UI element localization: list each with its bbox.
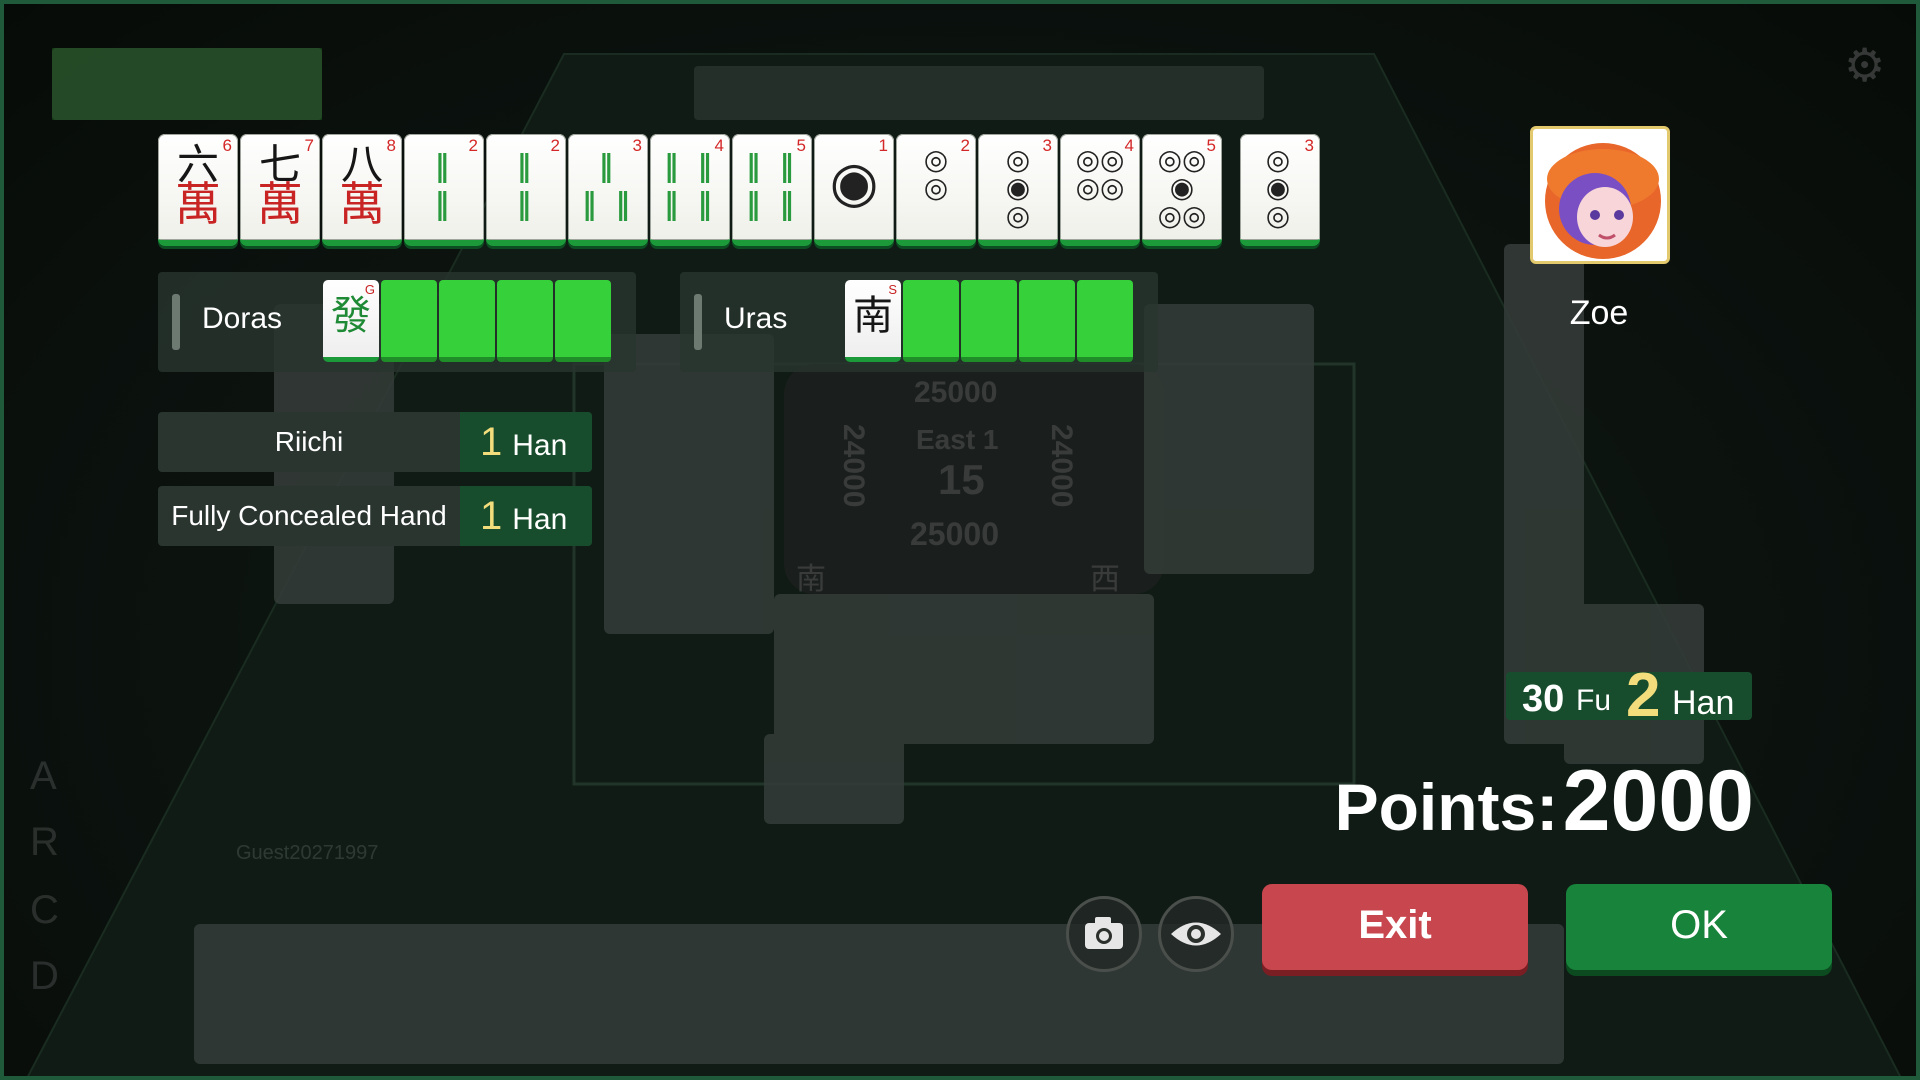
doras-label: Doras [202, 302, 283, 335]
hand-tile: 3 ◎ ◉ ◎ [978, 134, 1058, 246]
hand-tile: 8八萬 [322, 134, 402, 246]
yaku-row: Fully Concealed Hand 1 Han [158, 486, 592, 546]
points-label: Points: [1334, 770, 1559, 844]
uras-panel: Uras S 南 [680, 272, 1158, 372]
hand-tile-glyph: ‖ ‖ ‖ [581, 149, 635, 222]
yaku-row: Riichi 1 Han [158, 412, 592, 472]
bg-seat-west: 西 [1090, 563, 1120, 596]
game-stage: { "result": { "hand": [ {"glyph":"六","su… [0, 0, 1920, 1080]
hand-tile: 1 ◉ [814, 134, 894, 246]
ura-indicator-tile: S 南 [845, 280, 901, 362]
winner-avatar [1530, 126, 1670, 264]
yaku-han: 1 Han [460, 486, 592, 546]
fu-label: Fu [1576, 684, 1612, 717]
hand-tile-glyph: ◎ ◉ ◎ [1005, 143, 1031, 232]
eye-icon [1171, 922, 1221, 946]
points-display: Points: 2000 [1284, 752, 1754, 851]
hand-tile: 6六萬 [158, 134, 238, 246]
bg-opponent-name: Guest20271997 [236, 842, 379, 864]
screenshot-button[interactable] [1066, 896, 1142, 972]
hand-tile-glyph: ‖ ‖ [516, 149, 536, 222]
hand-tile: 4 ◎◎ ◎◎ [1060, 134, 1140, 246]
dora-tile-glyph: 發 [331, 293, 371, 339]
yaku-han-unit: Han [512, 503, 568, 536]
uras-label: Uras [724, 302, 788, 335]
camera-icon [1085, 917, 1123, 949]
yaku-han-value: 1 [480, 494, 503, 538]
yaku-han-unit: Han [512, 429, 568, 462]
bg-letter-d: D [30, 954, 59, 998]
hand-tile: 7七萬 [240, 134, 320, 246]
hand-tile-suit: 萬 [175, 177, 221, 231]
yaku-name: Fully Concealed Hand [171, 500, 447, 531]
yaku-name: Riichi [274, 426, 344, 457]
hand-tile-glyph: ‖ ‖ [434, 149, 454, 222]
hand-tile: 3 ‖ ‖ ‖ [568, 134, 648, 246]
hand-tile-glyph: ◎ ◎ [923, 143, 949, 204]
ok-button[interactable]: OK [1566, 884, 1832, 970]
points-value: 2000 [1562, 753, 1754, 849]
hand-tile-glyph: ◎◎ ◉ ◎◎ [1157, 143, 1207, 232]
hidden-ura-tile [1077, 280, 1133, 362]
hidden-ura-tile [961, 280, 1017, 362]
hand-tile: 5 ◎◎ ◉ ◎◎ [1142, 134, 1222, 246]
yaku-han: 1 Han [460, 412, 592, 472]
bg-remaining: 15 [938, 456, 985, 503]
gear-icon: ⚙ [1844, 39, 1886, 91]
hand-tile: 2 ◎ ◎ [896, 134, 976, 246]
doras-bar [172, 294, 180, 350]
fu-han-badge: 30 Fu 2 Han [1506, 661, 1752, 730]
winning-tile: 3 ◎ ◉ ◎ [1240, 134, 1320, 246]
han-value: 2 [1626, 661, 1661, 730]
bg-round: East 1 [916, 424, 999, 455]
exit-button[interactable]: Exit [1262, 884, 1528, 970]
hand-tile: 5 ‖ ‖ ‖ ‖ [732, 134, 812, 246]
hand-tile: 2 ‖ ‖ [486, 134, 566, 246]
bg-letter-c: C [30, 888, 59, 932]
hidden-ura-tile [1019, 280, 1075, 362]
hand-tile-glyph: ◉ [829, 150, 879, 215]
fu-value: 30 [1522, 678, 1565, 720]
hidden-dora-tile [439, 280, 495, 362]
hidden-ura-tile [903, 280, 959, 362]
winner-name: Zoe [1569, 294, 1629, 332]
han-label: Han [1672, 684, 1735, 722]
doras-panel: Doras G 發 [158, 272, 636, 372]
view-table-button[interactable] [1158, 896, 1234, 972]
bg-letter-r: R [30, 820, 59, 864]
yaku-han-value: 1 [480, 420, 503, 464]
hand-tile: 2 ‖ ‖ [404, 134, 484, 246]
hand-tile-glyph: ‖ ‖ ‖ ‖ [745, 149, 799, 222]
uras-bar [694, 294, 702, 350]
hand-tile: 4 ‖ ‖ ‖ ‖ [650, 134, 730, 246]
hand-tile-glyph: ‖ ‖ ‖ ‖ [663, 149, 717, 222]
dora-indicator-tile: G 發 [323, 280, 379, 362]
bg-letter-a: A [30, 754, 57, 798]
hand-tile-suit: 萬 [257, 177, 303, 231]
winning-tile-glyph: ◎ ◉ ◎ [1265, 143, 1295, 232]
bg-score-bottom: 25000 [910, 516, 999, 552]
hidden-dora-tile [497, 280, 553, 362]
hand-tile-glyph: ◎◎ ◎◎ [1075, 143, 1125, 204]
ura-tile-glyph: 南 [853, 293, 893, 339]
hidden-dora-tile [381, 280, 437, 362]
bg-score-top: 25000 [914, 376, 998, 409]
hand-tile-suit: 萬 [339, 177, 385, 231]
hidden-dora-tile [555, 280, 611, 362]
bg-seat-south: 南 [796, 563, 826, 596]
bg-score-right: 24000 [1045, 424, 1078, 508]
bg-score-left: 24000 [837, 424, 870, 508]
avatar-illustration [1545, 143, 1661, 259]
